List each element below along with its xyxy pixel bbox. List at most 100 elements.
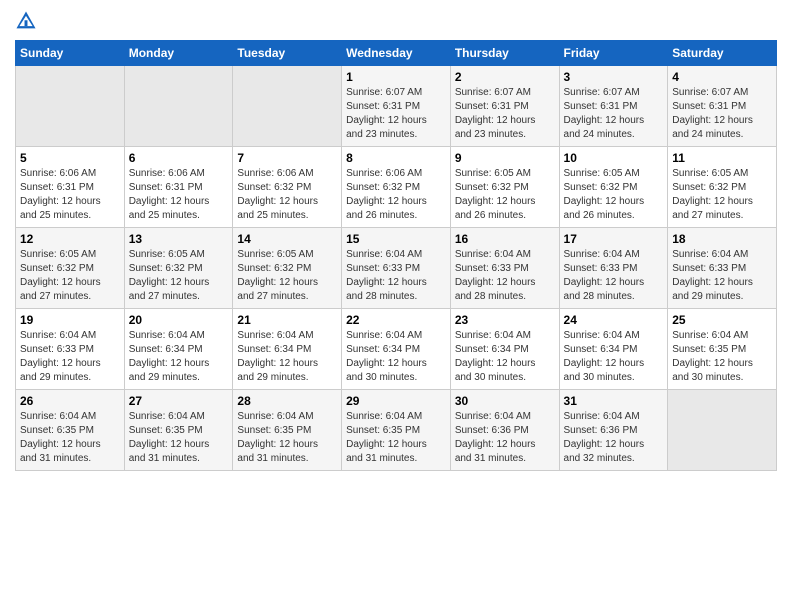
day-number: 6 [129, 151, 229, 165]
day-number: 8 [346, 151, 446, 165]
weekday-header: Sunday [16, 41, 125, 66]
logo-icon [15, 10, 37, 32]
day-info: Sunrise: 6:05 AM Sunset: 6:32 PM Dayligh… [564, 167, 664, 223]
calendar-cell: 11Sunrise: 6:05 AM Sunset: 6:32 PM Dayli… [668, 147, 777, 228]
day-number: 27 [129, 394, 229, 408]
day-info: Sunrise: 6:06 AM Sunset: 6:31 PM Dayligh… [129, 167, 229, 223]
day-info: Sunrise: 6:04 AM Sunset: 6:34 PM Dayligh… [564, 329, 664, 385]
calendar-week-row: 19 Sunrise: 6:04 AM Sunset: 6:33 PM Dayli… [16, 309, 777, 390]
calendar-week-row: 1 Sunrise: 6:07 AM Sunset: 6:31 PM Daylig… [16, 66, 777, 147]
day-info: Sunrise: 6:04 AM Sunset: 6:34 PM Dayligh… [455, 329, 555, 385]
day-info: Sunrise: 6:05 AM Sunset: 6:32 PM Dayligh… [237, 248, 337, 304]
calendar-cell: 7 Sunrise: 6:06 AM Sunset: 6:32 PM Daylig… [233, 147, 342, 228]
day-info: Sunrise: 6:04 AM Sunset: 6:35 PM Dayligh… [237, 410, 337, 466]
logo [15, 10, 41, 32]
calendar-cell: 31Sunrise: 6:04 AM Sunset: 6:36 PM Dayli… [559, 390, 668, 471]
calendar-cell: 14 Sunrise: 6:05 AM Sunset: 6:32 PM Dayli… [233, 228, 342, 309]
day-info: Sunrise: 6:05 AM Sunset: 6:32 PM Dayligh… [20, 248, 120, 304]
day-number: 18 [672, 232, 772, 246]
day-number: 30 [455, 394, 555, 408]
day-info: Sunrise: 6:04 AM Sunset: 6:35 PM Dayligh… [672, 329, 772, 385]
weekday-header: Wednesday [342, 41, 451, 66]
day-number: 29 [346, 394, 446, 408]
day-number: 5 [20, 151, 120, 165]
day-info: Sunrise: 6:07 AM Sunset: 6:31 PM Dayligh… [672, 86, 772, 142]
day-number: 10 [564, 151, 664, 165]
weekday-header: Thursday [450, 41, 559, 66]
weekday-header: Saturday [668, 41, 777, 66]
day-number: 9 [455, 151, 555, 165]
weekday-header: Monday [124, 41, 233, 66]
day-info: Sunrise: 6:04 AM Sunset: 6:35 PM Dayligh… [20, 410, 120, 466]
day-number: 19 [20, 313, 120, 327]
calendar-cell: 18 Sunrise: 6:04 AM Sunset: 6:33 PM Dayli… [668, 228, 777, 309]
day-number: 22 [346, 313, 446, 327]
calendar-table: SundayMondayTuesdayWednesdayThursdayFrid… [15, 40, 777, 471]
day-number: 17 [564, 232, 664, 246]
calendar-cell: 16 Sunrise: 6:04 AM Sunset: 6:33 PM Dayli… [450, 228, 559, 309]
calendar-cell: 8 Sunrise: 6:06 AM Sunset: 6:32 PM Daylig… [342, 147, 451, 228]
day-number: 7 [237, 151, 337, 165]
calendar-week-row: 26 Sunrise: 6:04 AM Sunset: 6:35 PM Dayli… [16, 390, 777, 471]
day-info: Sunrise: 6:06 AM Sunset: 6:31 PM Dayligh… [20, 167, 120, 223]
day-info: Sunrise: 6:04 AM Sunset: 6:33 PM Dayligh… [672, 248, 772, 304]
day-info: Sunrise: 6:07 AM Sunset: 6:31 PM Dayligh… [455, 86, 555, 142]
calendar-cell: 5 Sunrise: 6:06 AM Sunset: 6:31 PM Daylig… [16, 147, 125, 228]
day-info: Sunrise: 6:04 AM Sunset: 6:34 PM Dayligh… [346, 329, 446, 385]
day-number: 21 [237, 313, 337, 327]
day-number: 3 [564, 70, 664, 84]
day-info: Sunrise: 6:04 AM Sunset: 6:34 PM Dayligh… [237, 329, 337, 385]
day-number: 2 [455, 70, 555, 84]
calendar-cell [668, 390, 777, 471]
day-info: Sunrise: 6:05 AM Sunset: 6:32 PM Dayligh… [129, 248, 229, 304]
calendar-cell: 24Sunrise: 6:04 AM Sunset: 6:34 PM Dayli… [559, 309, 668, 390]
day-number: 26 [20, 394, 120, 408]
day-info: Sunrise: 6:04 AM Sunset: 6:36 PM Dayligh… [455, 410, 555, 466]
calendar-cell: 1 Sunrise: 6:07 AM Sunset: 6:31 PM Daylig… [342, 66, 451, 147]
weekday-header: Friday [559, 41, 668, 66]
day-info: Sunrise: 6:06 AM Sunset: 6:32 PM Dayligh… [346, 167, 446, 223]
day-number: 16 [455, 232, 555, 246]
day-info: Sunrise: 6:04 AM Sunset: 6:33 PM Dayligh… [20, 329, 120, 385]
day-number: 14 [237, 232, 337, 246]
day-number: 1 [346, 70, 446, 84]
day-info: Sunrise: 6:04 AM Sunset: 6:34 PM Dayligh… [129, 329, 229, 385]
day-number: 12 [20, 232, 120, 246]
calendar-cell: 30 Sunrise: 6:04 AM Sunset: 6:36 PM Dayli… [450, 390, 559, 471]
day-info: Sunrise: 6:04 AM Sunset: 6:33 PM Dayligh… [455, 248, 555, 304]
day-number: 13 [129, 232, 229, 246]
calendar-cell: 27 Sunrise: 6:04 AM Sunset: 6:35 PM Dayli… [124, 390, 233, 471]
calendar-cell: 25Sunrise: 6:04 AM Sunset: 6:35 PM Dayli… [668, 309, 777, 390]
day-number: 28 [237, 394, 337, 408]
calendar-cell: 13 Sunrise: 6:05 AM Sunset: 6:32 PM Dayli… [124, 228, 233, 309]
day-info: Sunrise: 6:07 AM Sunset: 6:31 PM Dayligh… [346, 86, 446, 142]
calendar-cell: 10 Sunrise: 6:05 AM Sunset: 6:32 PM Dayli… [559, 147, 668, 228]
day-number: 4 [672, 70, 772, 84]
calendar-cell: 4 Sunrise: 6:07 AM Sunset: 6:31 PM Daylig… [668, 66, 777, 147]
day-info: Sunrise: 6:05 AM Sunset: 6:32 PM Dayligh… [455, 167, 555, 223]
calendar-cell: 21 Sunrise: 6:04 AM Sunset: 6:34 PM Dayli… [233, 309, 342, 390]
page-header [15, 10, 777, 32]
calendar-week-row: 12 Sunrise: 6:05 AM Sunset: 6:32 PM Dayli… [16, 228, 777, 309]
weekday-header-row: SundayMondayTuesdayWednesdayThursdayFrid… [16, 41, 777, 66]
calendar-cell: 22 Sunrise: 6:04 AM Sunset: 6:34 PM Dayli… [342, 309, 451, 390]
day-number: 11 [672, 151, 772, 165]
calendar-cell [233, 66, 342, 147]
calendar-cell: 15Sunrise: 6:04 AM Sunset: 6:33 PM Dayli… [342, 228, 451, 309]
calendar-cell [124, 66, 233, 147]
calendar-week-row: 5 Sunrise: 6:06 AM Sunset: 6:31 PM Daylig… [16, 147, 777, 228]
day-number: 23 [455, 313, 555, 327]
calendar-cell: 17 Sunrise: 6:04 AM Sunset: 6:33 PM Dayli… [559, 228, 668, 309]
calendar-cell: 2 Sunrise: 6:07 AM Sunset: 6:31 PM Daylig… [450, 66, 559, 147]
day-info: Sunrise: 6:06 AM Sunset: 6:32 PM Dayligh… [237, 167, 337, 223]
day-number: 31 [564, 394, 664, 408]
weekday-header: Tuesday [233, 41, 342, 66]
day-number: 15 [346, 232, 446, 246]
calendar-cell: 9 Sunrise: 6:05 AM Sunset: 6:32 PM Daylig… [450, 147, 559, 228]
day-info: Sunrise: 6:04 AM Sunset: 6:35 PM Dayligh… [129, 410, 229, 466]
calendar-cell: 6 Sunrise: 6:06 AM Sunset: 6:31 PM Daylig… [124, 147, 233, 228]
calendar-cell: 12 Sunrise: 6:05 AM Sunset: 6:32 PM Dayli… [16, 228, 125, 309]
calendar-cell: 19 Sunrise: 6:04 AM Sunset: 6:33 PM Dayli… [16, 309, 125, 390]
day-info: Sunrise: 6:04 AM Sunset: 6:33 PM Dayligh… [564, 248, 664, 304]
calendar-cell: 29Sunrise: 6:04 AM Sunset: 6:35 PM Dayli… [342, 390, 451, 471]
